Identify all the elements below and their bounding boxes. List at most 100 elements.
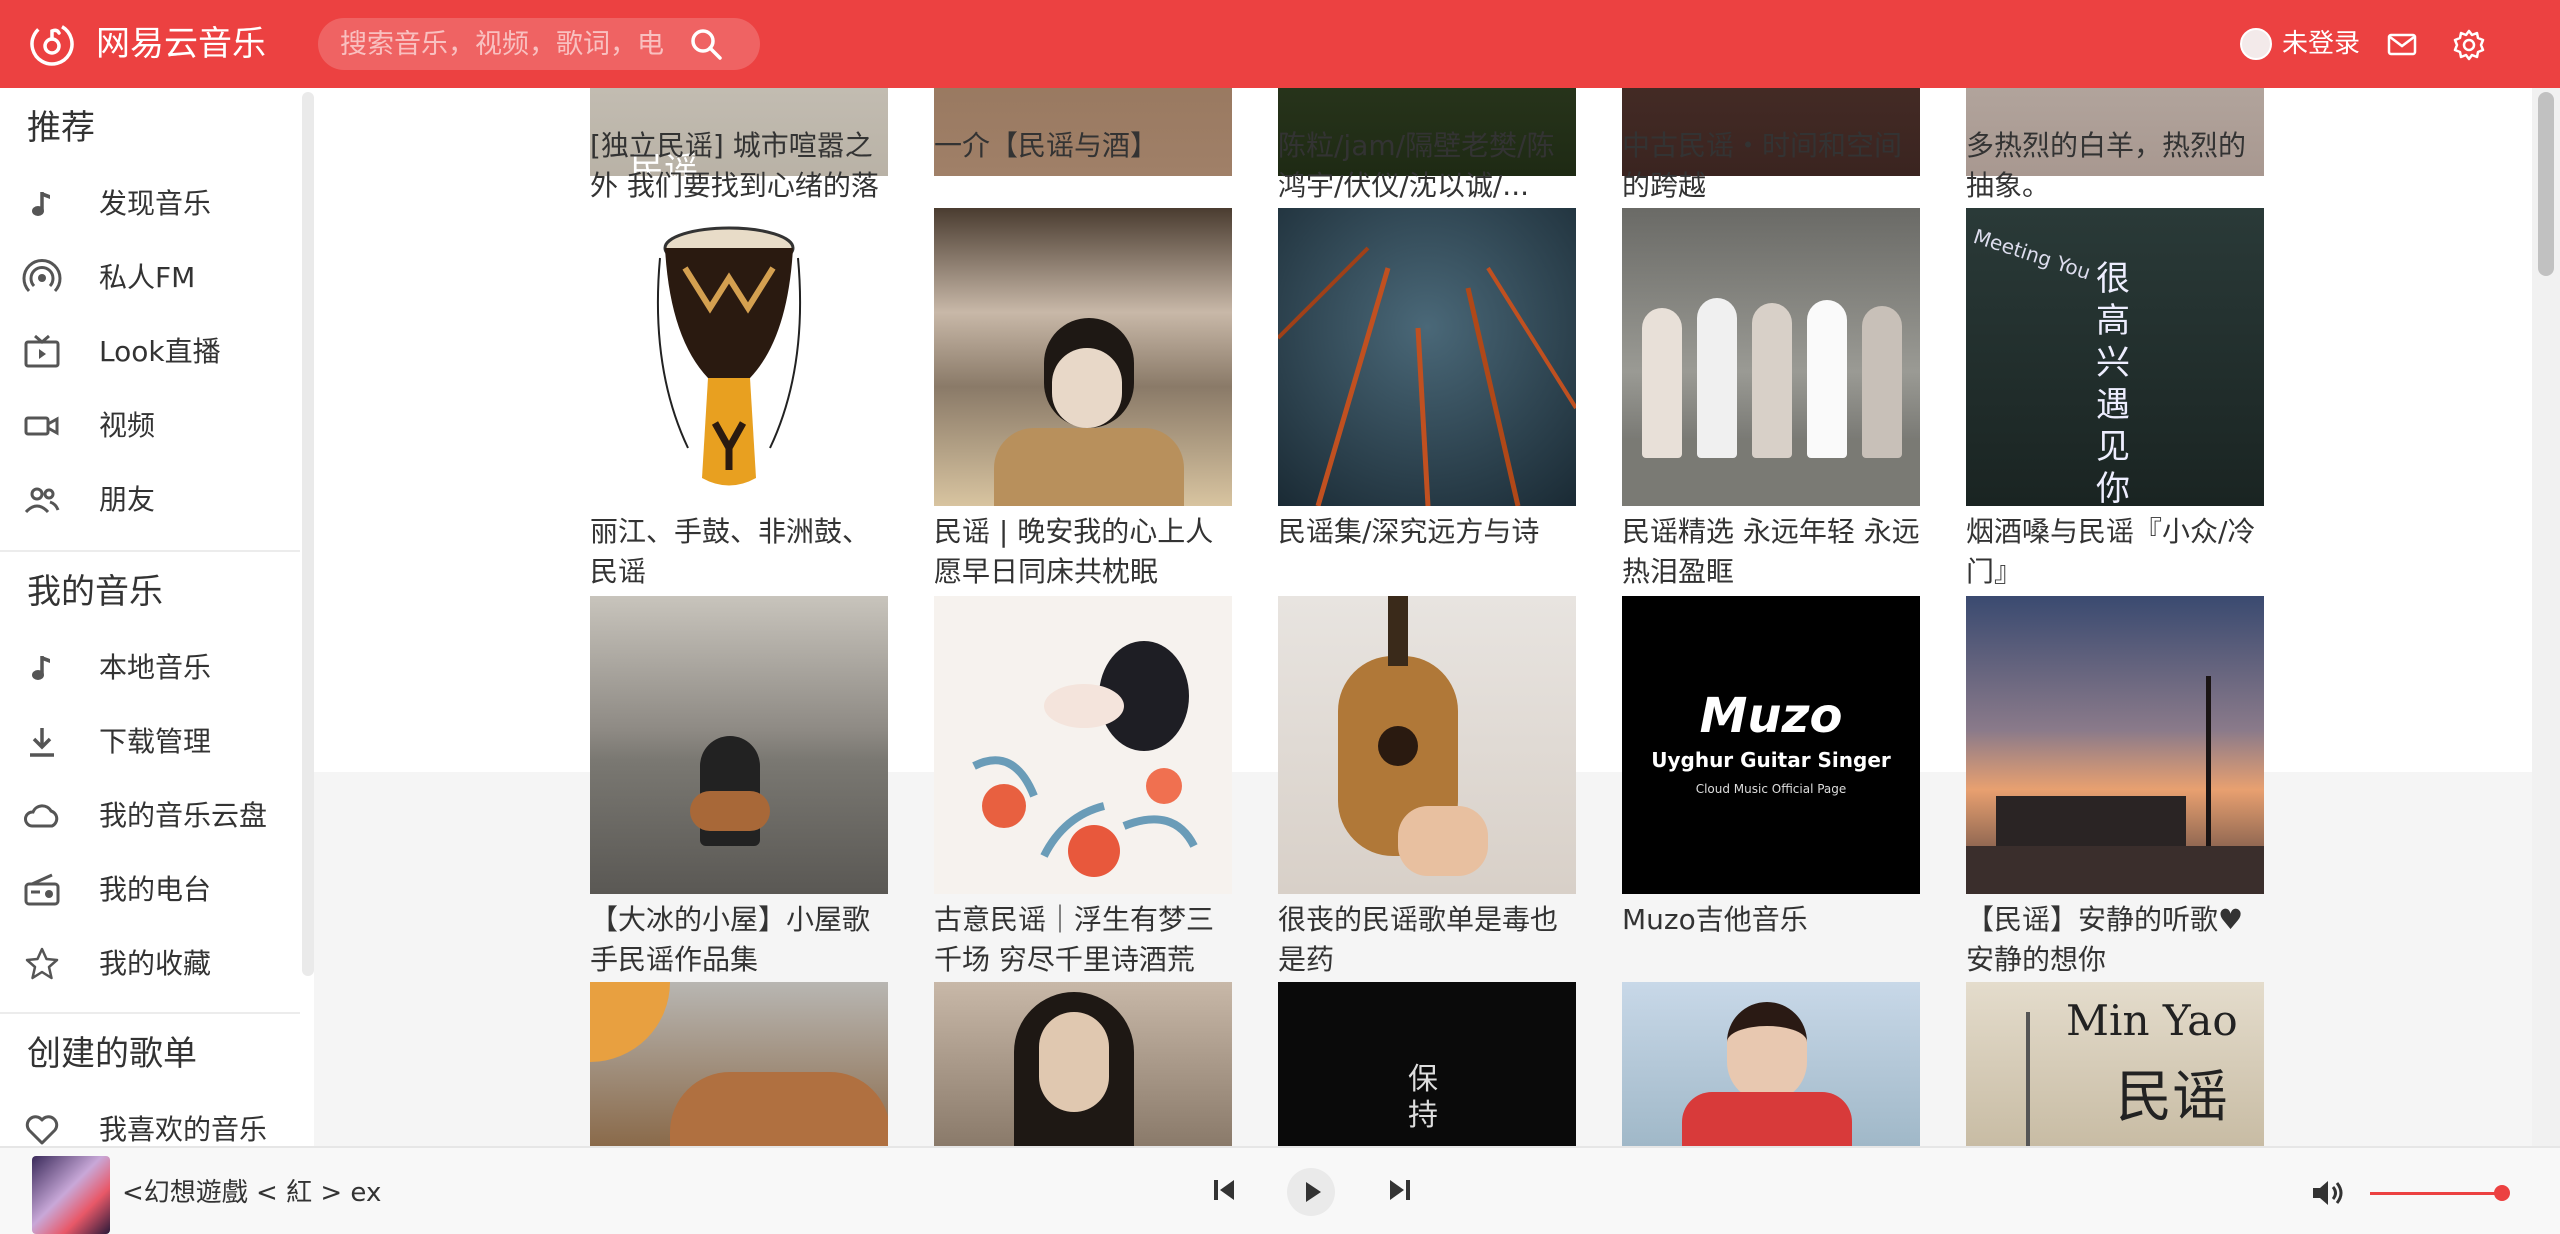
sidebar-item-radio[interactable]: 我的电台 xyxy=(0,858,300,922)
playlist-cover[interactable] xyxy=(934,596,1232,894)
app-brand[interactable]: 网易云音乐 xyxy=(96,22,266,66)
cover-text: Uyghur Guitar Singer xyxy=(1651,748,1891,772)
sidebar-item-liked-music[interactable]: 我喜欢的音乐 xyxy=(0,1098,300,1146)
playlist-cover[interactable] xyxy=(590,982,888,1146)
volume-icon[interactable] xyxy=(2308,1174,2346,1212)
guitar-hole xyxy=(1378,726,1418,766)
sidebar-item-fm[interactable]: 私人FM xyxy=(0,246,300,310)
playlist-title[interactable]: 【民谣】安静的听歌♥安静的想你 xyxy=(1966,900,2266,980)
sidebar-item-discover[interactable]: 发现音乐 xyxy=(0,172,300,236)
portrait-coat xyxy=(994,428,1184,506)
sidebar: 推荐 发现音乐 私人FM Look直播 视频 朋友 我的音乐 本地音乐 下载管理… xyxy=(0,88,314,1146)
sidebar-item-cloud[interactable]: 我的音乐云盘 xyxy=(0,784,300,848)
corner-badge xyxy=(590,982,670,1062)
playlist-cover[interactable]: Meeting You 很高兴遇见你 xyxy=(1966,208,2264,506)
playlist-title[interactable]: 丽江、手鼓、非洲鼓、民谣 xyxy=(590,512,890,592)
sidebar-item-local[interactable]: 本地音乐 xyxy=(0,636,300,700)
ink-painting-image xyxy=(972,641,1198,877)
mail-icon[interactable] xyxy=(2386,28,2418,60)
playlist-cover[interactable]: 保持 xyxy=(1278,982,1576,1146)
playlist-title[interactable]: 很丧的民谣歌单是毒也是药 xyxy=(1278,900,1578,980)
sidebar-item-favorites[interactable]: 我的收藏 xyxy=(0,932,300,996)
guitar xyxy=(670,1072,888,1146)
sidebar-item-look[interactable]: Look直播 xyxy=(0,320,300,384)
now-playing-title[interactable]: <幻想遊戲 < 紅 > ex xyxy=(122,1176,381,1210)
sidebar-divider xyxy=(0,550,300,552)
play-button[interactable] xyxy=(1287,1168,1335,1216)
playlist-cover[interactable] xyxy=(934,982,1232,1146)
playlist-cover[interactable] xyxy=(1622,982,1920,1146)
guitar xyxy=(690,791,770,831)
star-icon xyxy=(25,947,59,980)
playlist-title[interactable]: 烟酒嗓与民谣『小众/冷门』 xyxy=(1966,512,2266,592)
sidebar-item-video[interactable]: 视频 xyxy=(0,394,300,458)
main-scrollbar-thumb[interactable] xyxy=(2538,92,2554,276)
playlist-cover[interactable] xyxy=(934,208,1232,506)
playlist-cover[interactable] xyxy=(590,596,888,894)
portrait-face xyxy=(1052,348,1122,428)
sidebar-item-label: 我的电台 xyxy=(99,873,212,906)
sidebar-scrollbar[interactable] xyxy=(302,92,314,976)
sidebar-heading-created-playlists: 创建的歌单 xyxy=(27,1034,197,1074)
sidebar-item-downloads[interactable]: 下载管理 xyxy=(0,710,300,774)
sidebar-item-friends[interactable]: 朋友 xyxy=(0,468,300,532)
playlist-title[interactable]: 民谣精选 永远年轻 永远热泪盈眶 xyxy=(1622,512,1922,592)
playlist-title[interactable]: 陈粒/jam/隔壁老樊/陈鸿宇/伏仪/沈以诚/... xyxy=(1278,126,1578,206)
cover-text: 保持 xyxy=(1408,1062,1438,1133)
now-playing-cover[interactable] xyxy=(32,1156,110,1234)
playlist-title[interactable]: 古意民谣｜浮生有梦三千场 穷尽千里诗酒荒 xyxy=(934,900,1234,980)
search-icon[interactable] xyxy=(688,26,724,62)
playlist-cover[interactable] xyxy=(1622,208,1920,506)
train xyxy=(1996,796,2186,846)
playlist-grid: 民谣 [独立民谣] 城市喧嚣之外 我们要找到心绪的落 一介【民谣与酒】 陈粒/j… xyxy=(314,88,2532,1146)
playlist-title[interactable]: 中古民谣・时间和空间的跨越 xyxy=(1622,126,1922,206)
radio-icon xyxy=(24,873,60,906)
playlist-title[interactable]: 多热烈的白羊，热烈的抽象。 xyxy=(1966,126,2266,206)
playlist-cover[interactable] xyxy=(1278,208,1576,506)
gear-icon[interactable] xyxy=(2452,28,2486,62)
platform xyxy=(1966,846,2264,894)
trees-image xyxy=(1278,246,1576,506)
previous-track-icon[interactable] xyxy=(1208,1174,1240,1206)
sidebar-item-label: 本地音乐 xyxy=(99,651,212,684)
pole xyxy=(2026,1012,2030,1146)
sidebar-item-label: Look直播 xyxy=(99,335,221,368)
person xyxy=(1862,306,1902,458)
search-input[interactable]: 搜索音乐，视频，歌词，电 xyxy=(340,30,668,60)
music-note-icon xyxy=(32,656,50,680)
user-avatar[interactable] xyxy=(2240,28,2272,60)
sidebar-item-label: 视频 xyxy=(99,409,156,442)
playlist-title[interactable]: 【大冰的小屋】小屋歌手民谣作品集 xyxy=(590,900,890,980)
heart-icon xyxy=(25,1115,59,1145)
djembe-drum-image xyxy=(656,226,802,486)
cloud-icon xyxy=(24,804,59,828)
sidebar-item-label: 私人FM xyxy=(99,261,196,294)
playlist-cover[interactable] xyxy=(1966,596,2264,894)
friends-icon xyxy=(24,487,60,514)
hand xyxy=(1398,806,1488,876)
netease-logo-icon[interactable] xyxy=(30,22,74,66)
cover-text: 很高兴遇见你 xyxy=(2096,259,2130,506)
next-track-icon[interactable] xyxy=(1384,1174,1416,1206)
tv-icon xyxy=(24,334,60,368)
playlist-title[interactable]: 民谣 | 晚安我的心上人 愿早日同床共枕眠 xyxy=(934,512,1234,592)
sidebar-item-label: 我的收藏 xyxy=(99,947,212,980)
volume-slider-handle[interactable] xyxy=(2494,1185,2510,1201)
playlist-cover[interactable] xyxy=(590,208,888,506)
playlist-cover[interactable] xyxy=(1278,596,1576,894)
portrait-face xyxy=(1039,1012,1109,1112)
volume-slider[interactable] xyxy=(2370,1192,2504,1195)
top-header: 网易云音乐 搜索音乐，视频，歌词，电 未登录 xyxy=(0,0,2560,88)
playlist-title[interactable]: 民谣集/深究远方与诗 xyxy=(1278,512,1578,592)
person xyxy=(1697,298,1737,458)
sidebar-item-label: 我喜欢的音乐 xyxy=(99,1113,268,1146)
playlist-title[interactable]: Muzo吉他音乐 xyxy=(1622,900,1922,980)
login-status[interactable]: 未登录 xyxy=(2282,26,2360,62)
person xyxy=(1752,303,1792,458)
red-shirt xyxy=(1682,1092,1852,1146)
playlist-cover[interactable]: Muzo Uyghur Guitar Singer Cloud Music Of… xyxy=(1622,596,1920,894)
playlist-title[interactable]: 一介【民谣与酒】 xyxy=(934,126,1234,166)
player-bar: <幻想遊戲 < 紅 > ex xyxy=(0,1146,2560,1234)
playlist-title[interactable]: [独立民谣] 城市喧嚣之外 我们要找到心绪的落 xyxy=(590,126,890,206)
playlist-cover[interactable]: Min Yao 民谣 xyxy=(1966,982,2264,1146)
